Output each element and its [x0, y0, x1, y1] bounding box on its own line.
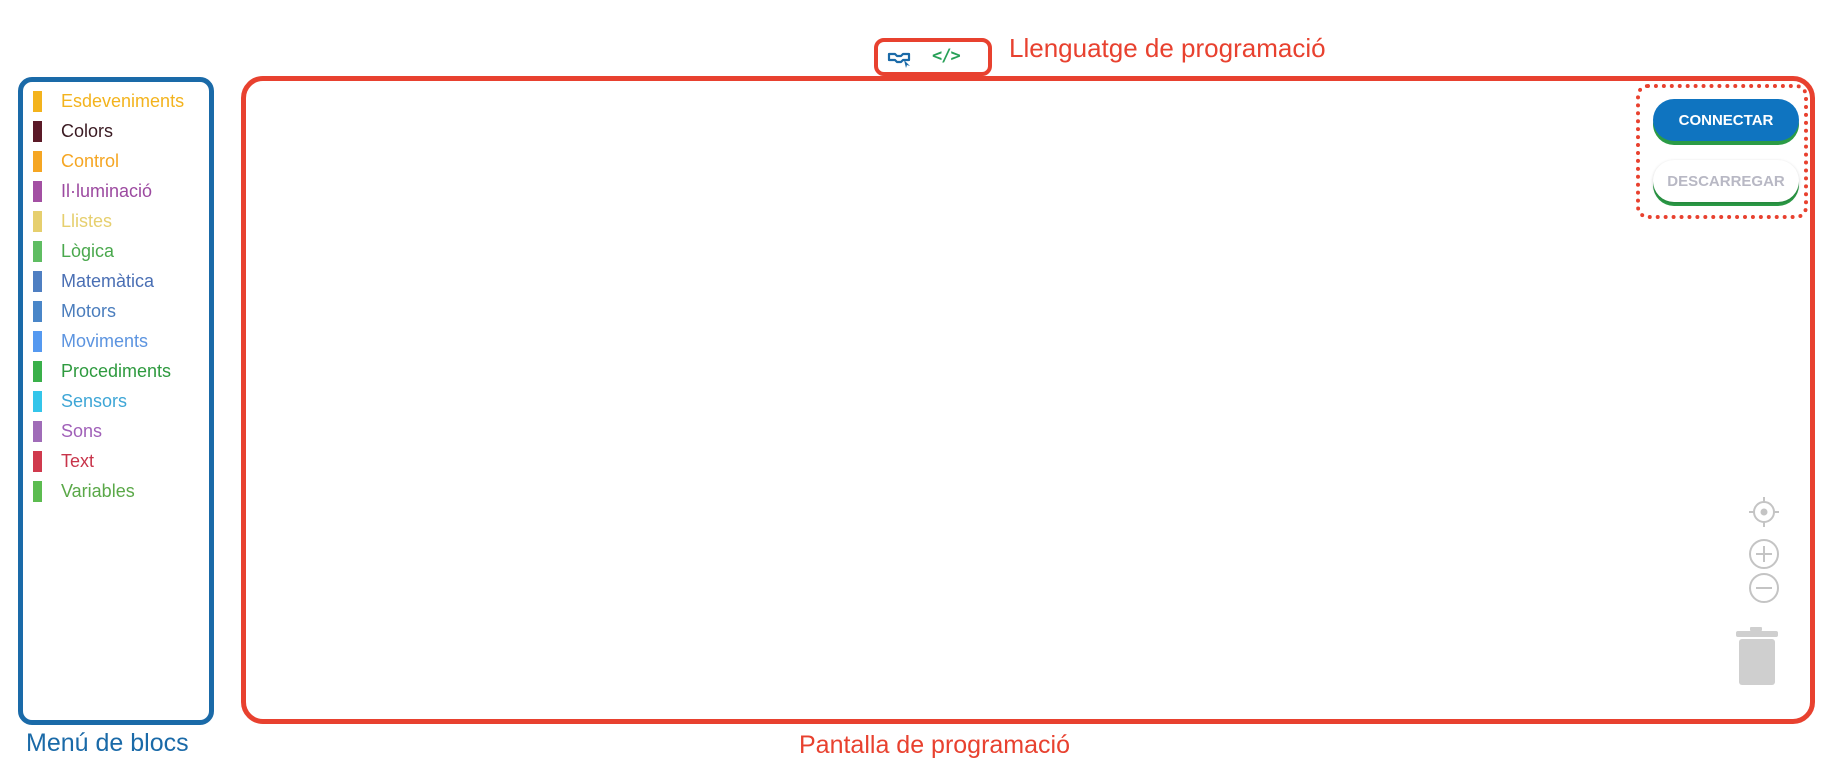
language-caption: Llenguatge de programació [1009, 33, 1326, 63]
connect-button[interactable]: CONNECTAR [1653, 99, 1799, 141]
zoom-out-icon[interactable] [1748, 572, 1780, 604]
block-category-list: Esdeveniments Colors Control Il·luminació Ll… [33, 86, 184, 506]
block-category-item[interactable]: Variables [33, 476, 184, 506]
block-category-item[interactable]: Procediments [33, 356, 184, 386]
category-color-swatch [33, 360, 42, 382]
block-category-item[interactable]: Colors [33, 116, 184, 146]
target-center-icon[interactable] [1748, 496, 1780, 528]
category-label: Sons [61, 420, 103, 441]
category-color-swatch [33, 450, 42, 472]
category-label: Control [61, 150, 120, 171]
block-category-item[interactable]: Text [33, 446, 184, 476]
category-label: Text [61, 450, 95, 471]
category-color-swatch [33, 210, 42, 232]
puzzle-blocks-icon[interactable] [886, 50, 914, 68]
canvas-caption: Pantalla de programació [799, 731, 1070, 759]
block-menu-caption: Menú de blocs [26, 729, 189, 757]
action-button-group: CONNECTAR DESCARREGAR [1636, 84, 1808, 219]
block-category-item[interactable]: Lògica [33, 236, 184, 266]
category-color-swatch [33, 390, 42, 412]
block-category-item[interactable]: Esdeveniments [33, 86, 184, 116]
category-color-swatch [33, 480, 42, 502]
category-label: Esdeveniments [61, 90, 185, 111]
block-category-item[interactable]: Matemàtica [33, 266, 184, 296]
block-category-item[interactable]: Llistes [33, 206, 184, 236]
category-label: Sensors [61, 390, 128, 411]
block-category-item[interactable]: Motors [33, 296, 184, 326]
category-label: Moviments [61, 330, 149, 351]
zoom-in-icon[interactable] [1748, 538, 1780, 570]
category-label: Procediments [61, 360, 172, 381]
language-toggle: </> [874, 38, 992, 76]
block-category-item[interactable]: Sons [33, 416, 184, 446]
category-color-swatch [33, 270, 42, 292]
block-category-item[interactable]: Il·luminació [33, 176, 184, 206]
category-color-swatch [33, 180, 42, 202]
category-color-swatch [33, 150, 42, 172]
block-category-item[interactable]: Moviments [33, 326, 184, 356]
category-label: Il·luminació [61, 180, 153, 201]
category-label: Matemàtica [61, 270, 155, 291]
trash-icon[interactable] [1736, 627, 1778, 685]
category-label: Colors [61, 120, 114, 141]
programming-canvas[interactable] [241, 76, 1815, 724]
block-menu: Esdeveniments Colors Control Il·luminació Ll… [18, 77, 214, 725]
category-color-swatch [33, 90, 42, 112]
category-label: Variables [61, 480, 135, 501]
download-button[interactable]: DESCARREGAR [1653, 160, 1799, 202]
block-category-item[interactable]: Sensors [33, 386, 184, 416]
category-color-swatch [33, 300, 42, 322]
category-color-swatch [33, 120, 42, 142]
category-color-swatch [33, 240, 42, 262]
code-view-icon[interactable]: </> [932, 46, 968, 68]
category-color-swatch [33, 330, 42, 352]
category-color-swatch [33, 420, 42, 442]
block-category-item[interactable]: Control [33, 146, 184, 176]
category-label: Llistes [61, 210, 113, 231]
category-label: Lògica [61, 240, 115, 261]
category-label: Motors [61, 300, 117, 321]
